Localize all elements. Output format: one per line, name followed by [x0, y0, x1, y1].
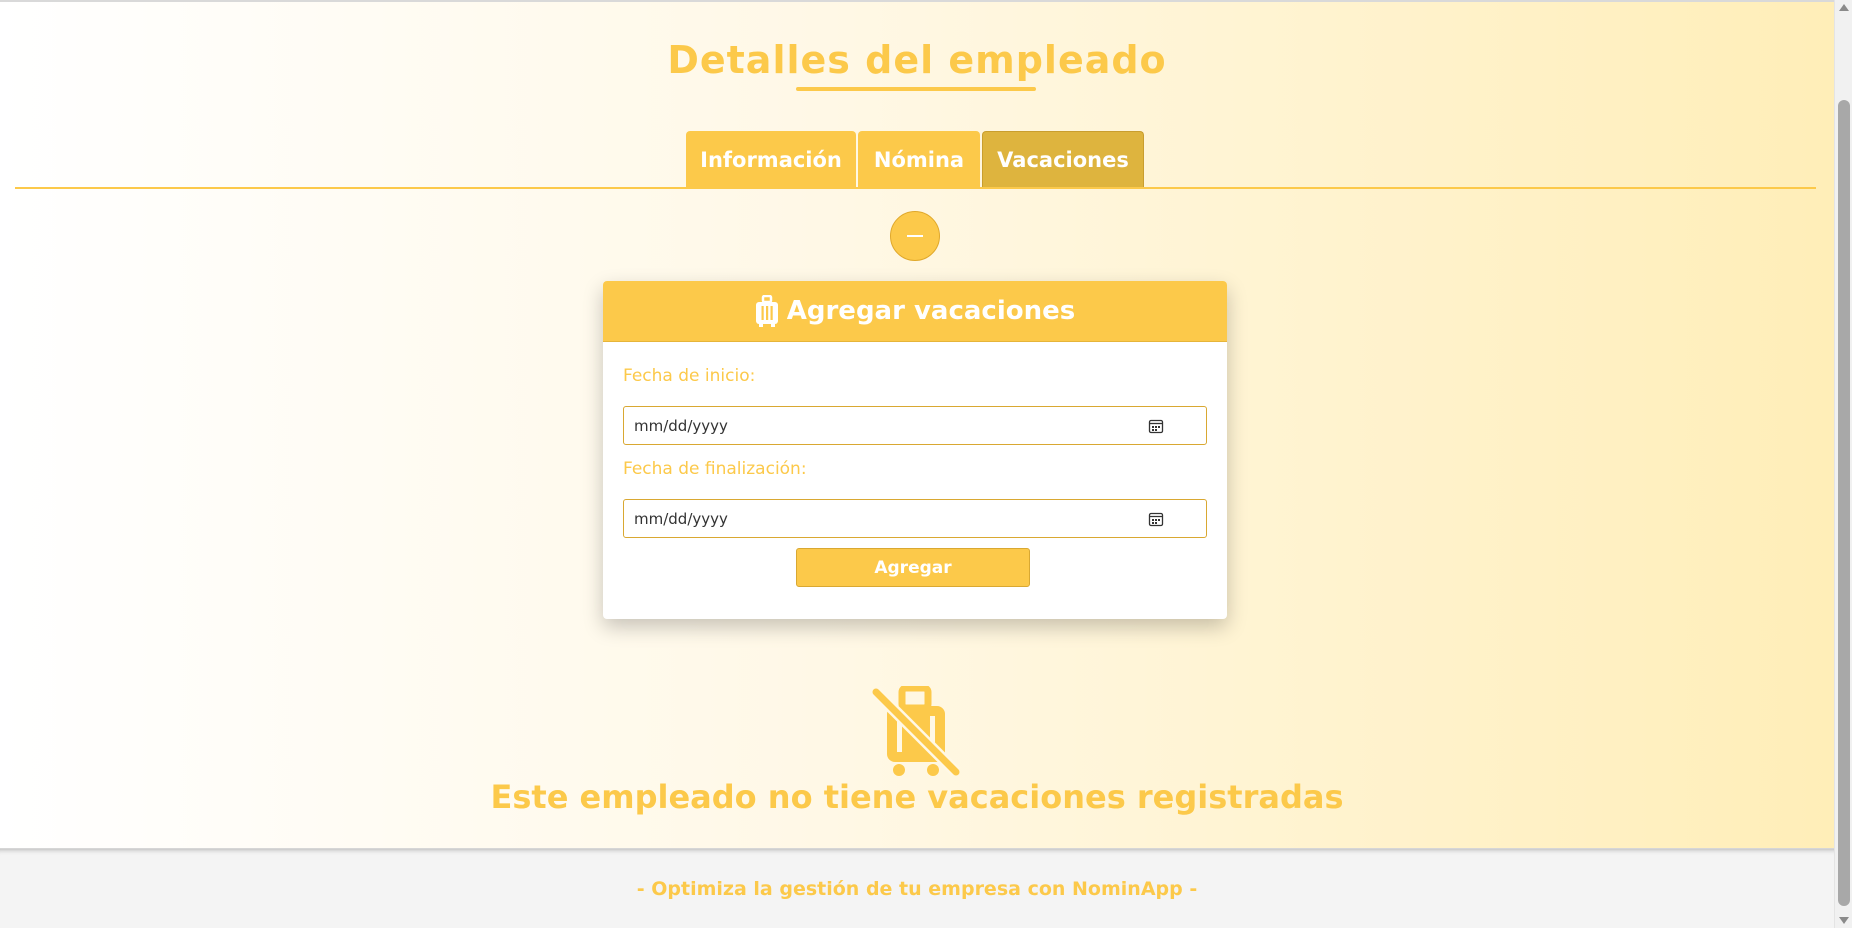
start-date-label: Fecha de inicio:: [623, 366, 756, 386]
card-body: Fecha de inicio: mm/dd/yyyy Fecha de fin…: [603, 366, 1227, 587]
add-vacation-card: Agregar vacaciones Fecha de inicio: mm/d…: [603, 281, 1227, 619]
tab-informacion[interactable]: Información: [686, 131, 856, 188]
start-date-input[interactable]: mm/dd/yyyy: [623, 406, 1207, 445]
end-date-input[interactable]: mm/dd/yyyy: [623, 499, 1207, 538]
suitcase-icon: [755, 295, 778, 327]
tab-bar: Información Nómina Vacaciones: [686, 131, 1144, 188]
card-header: Agregar vacaciones: [603, 281, 1227, 342]
main-content: Detalles del empleado Información Nómina…: [0, 0, 1834, 848]
scroll-up-arrow-icon[interactable]: [1839, 4, 1849, 11]
tab-nomina[interactable]: Nómina: [858, 131, 980, 188]
scroll-down-arrow-icon[interactable]: [1839, 917, 1849, 924]
title-underline: [796, 87, 1036, 91]
scroll-thumb[interactable]: [1838, 100, 1850, 906]
vertical-scrollbar[interactable]: [1834, 0, 1852, 928]
page-title: Detalles del empleado: [667, 38, 1167, 82]
card-title: Agregar vacaciones: [786, 296, 1076, 326]
end-date-label: Fecha de finalización:: [623, 459, 807, 479]
minus-icon: [907, 235, 923, 237]
no-luggage-icon: [871, 686, 961, 777]
footer-text: - Optimiza la gestión de tu empresa con …: [636, 877, 1198, 900]
calendar-icon[interactable]: [1148, 418, 1164, 434]
empty-state-message: Este empleado no tiene vacaciones regist…: [490, 778, 1344, 816]
start-date-placeholder: mm/dd/yyyy: [634, 416, 728, 435]
calendar-icon[interactable]: [1148, 511, 1164, 527]
tab-vacaciones[interactable]: Vacaciones: [982, 131, 1144, 188]
tabs-divider: [15, 187, 1816, 189]
add-vacation-button[interactable]: Agregar: [796, 548, 1030, 587]
footer: - Optimiza la gestión de tu empresa con …: [0, 848, 1834, 928]
end-date-placeholder: mm/dd/yyyy: [634, 509, 728, 528]
collapse-form-button[interactable]: [890, 211, 940, 261]
